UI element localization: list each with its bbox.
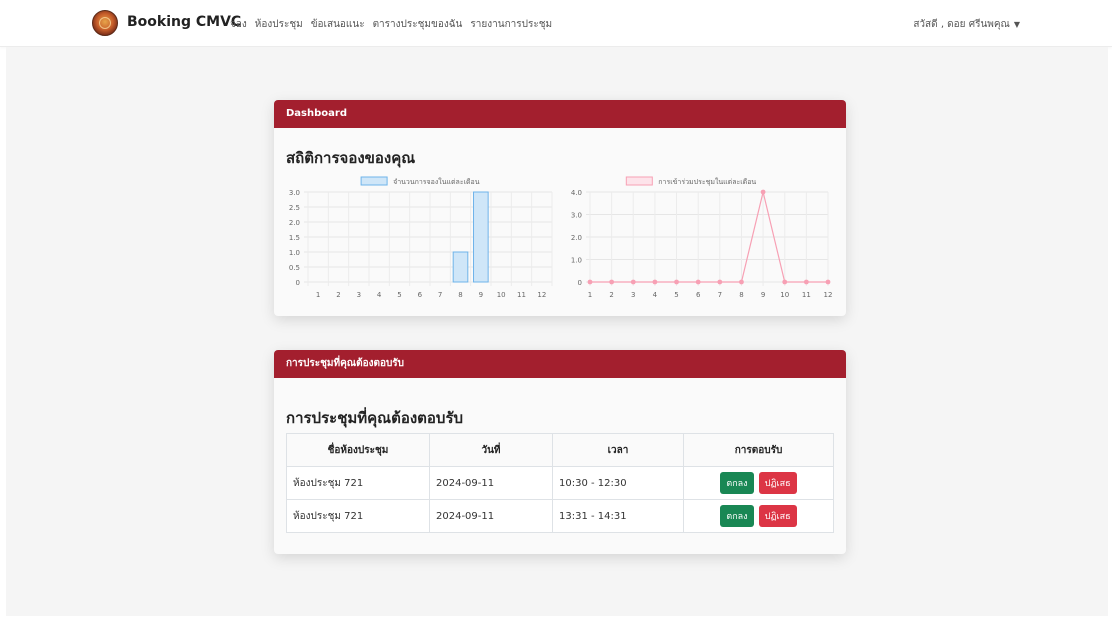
x-tick-label: 6 <box>696 291 701 299</box>
top-navbar: Booking CMVC จอง ห้องประชุม ข้อเสนอแนะ ต… <box>0 0 1112 47</box>
x-tick-label: 3 <box>631 291 635 299</box>
x-tick-label: 10 <box>780 291 789 299</box>
x-tick-label: 5 <box>674 291 678 299</box>
responses-title: การประชุมที่คุณต้องตอบรับ <box>286 409 464 427</box>
reject-button[interactable]: ปฏิเสธ <box>758 505 797 527</box>
date-cell: 2024-09-11 <box>429 499 553 533</box>
caret-down-icon: ▼ <box>1013 20 1020 29</box>
time-cell: 10:30 - 12:30 <box>552 466 684 500</box>
y-tick-label: 2.0 <box>571 234 582 242</box>
column-header-room: ชื่อห้องประชุม <box>286 433 430 467</box>
x-tick-label: 10 <box>497 291 506 299</box>
point-month-11 <box>803 279 809 285</box>
point-month-9 <box>760 189 766 195</box>
college-logo-icon[interactable] <box>92 10 118 36</box>
room-cell: ห้องประชุม 721 <box>286 466 430 500</box>
y-tick-label: 1.0 <box>571 257 582 265</box>
column-header-response: การตอบรับ <box>683 433 834 467</box>
x-tick-label: 4 <box>653 291 658 299</box>
x-tick-label: 8 <box>458 291 462 299</box>
nav-link-my-schedule[interactable]: ตารางประชุมของฉัน <box>373 17 463 32</box>
x-tick-label: 11 <box>517 291 526 299</box>
accept-button[interactable]: ตกลง <box>720 505 754 527</box>
point-month-4 <box>652 279 658 285</box>
y-tick-label: 3.0 <box>571 212 582 220</box>
y-tick-label: 3.0 <box>289 189 300 197</box>
bar-month-8 <box>452 251 469 283</box>
nav-link-suggestions[interactable]: ข้อเสนอแนะ <box>311 17 365 32</box>
x-tick-label: 1 <box>588 291 592 299</box>
x-tick-label: 5 <box>397 291 401 299</box>
brand-name[interactable]: Booking CMVC <box>127 14 241 30</box>
table-header-row: ชื่อห้องประชุม วันที่ เวลา การตอบรับ <box>286 433 834 467</box>
accept-button[interactable]: ตกลง <box>720 472 754 494</box>
x-tick-label: 8 <box>739 291 743 299</box>
date-cell: 2024-09-11 <box>429 466 553 500</box>
time-cell: 13:31 - 14:31 <box>552 499 684 533</box>
point-month-3 <box>630 279 636 285</box>
x-tick-label: 7 <box>718 291 722 299</box>
responses-card: การประชุมที่คุณต้องตอบรับ การประชุมที่คุ… <box>274 350 846 554</box>
bar-month-9 <box>473 191 489 283</box>
x-tick-label: 12 <box>537 291 546 299</box>
x-tick-label: 11 <box>802 291 811 299</box>
monthly-attendance-line-chart: การเข้าร่วมประชุมในแต่ละเดือน 0 1.0 2.0 3.0 4… <box>571 176 833 299</box>
legend-label: การเข้าร่วมประชุมในแต่ละเดือน <box>658 177 756 186</box>
y-tick-label: 1.0 <box>289 249 300 257</box>
reject-button[interactable]: ปฏิเสธ <box>758 472 797 494</box>
monthly-bookings-bar-chart: จำนวนการจองในแต่ละเดือน 0 0.5 1.0 1.5 2.0 2.5 3… <box>289 176 553 299</box>
user-dropdown[interactable]: สวัสดี , ดอย ศรีนพคุณ ▼ <box>913 17 1020 32</box>
x-tick-label: 2 <box>336 291 340 299</box>
y-tick-label: 0 <box>578 279 582 287</box>
y-tick-label: 2.5 <box>289 204 300 212</box>
x-tick-label: 9 <box>761 291 765 299</box>
y-tick-label: 1.5 <box>289 234 300 242</box>
point-month-2 <box>609 279 615 285</box>
user-greeting: สวัสดี , ดอย ศรีนพคุณ <box>913 19 1010 30</box>
dashboard-card-header: Dashboard <box>274 100 846 128</box>
legend-label: จำนวนการจองในแต่ละเดือน <box>393 177 480 186</box>
y-tick-label: 2.0 <box>289 219 300 227</box>
nav-link-booking[interactable]: จอง <box>230 17 247 32</box>
x-tick-label: 6 <box>418 291 423 299</box>
response-cell: ตกลง ปฏิเสธ <box>683 466 834 500</box>
nav-link-rooms[interactable]: ห้องประชุม <box>255 17 303 32</box>
x-tick-label: 9 <box>479 291 483 299</box>
nav-link-meeting-report[interactable]: รายงานการประชุม <box>470 17 552 32</box>
x-tick-label: 7 <box>438 291 442 299</box>
point-month-5 <box>674 279 679 285</box>
column-header-time: เวลา <box>552 433 684 467</box>
y-tick-label: 0.5 <box>289 264 300 272</box>
column-header-date: วันที่ <box>429 433 553 467</box>
x-tick-label: 2 <box>609 291 613 299</box>
responses-card-header: การประชุมที่คุณต้องตอบรับ <box>274 350 846 378</box>
legend-swatch <box>625 176 653 186</box>
point-month-7 <box>717 279 723 285</box>
point-month-12 <box>825 279 831 285</box>
point-month-6 <box>695 279 701 285</box>
pending-meetings-table: ชื่อห้องประชุม วันที่ เวลา การตอบรับ ห้อ… <box>286 433 834 533</box>
x-tick-label: 1 <box>316 291 320 299</box>
dashboard-card: Dashboard สถิติการจองของคุณ จำนวนการจองใ… <box>274 100 846 316</box>
x-tick-label: 4 <box>377 291 382 299</box>
table-row: ห้องประชุม 721 2024-09-11 10:30 - 12:30 … <box>286 466 834 500</box>
table-row: ห้องประชุม 721 2024-09-11 13:31 - 14:31 … <box>286 499 834 533</box>
point-month-1 <box>587 279 593 285</box>
point-month-10 <box>782 279 788 285</box>
legend-swatch <box>360 176 388 186</box>
response-cell: ตกลง ปฏิเสธ <box>683 499 834 533</box>
point-month-8 <box>739 279 744 285</box>
x-tick-label: 12 <box>824 291 833 299</box>
nav-links: จอง ห้องประชุม ข้อเสนอแนะ ตารางประชุมของ… <box>230 17 552 32</box>
room-cell: ห้องประชุม 721 <box>286 499 430 533</box>
x-tick-label: 3 <box>357 291 361 299</box>
y-tick-label: 4.0 <box>571 189 582 197</box>
y-tick-label: 0 <box>296 279 300 287</box>
